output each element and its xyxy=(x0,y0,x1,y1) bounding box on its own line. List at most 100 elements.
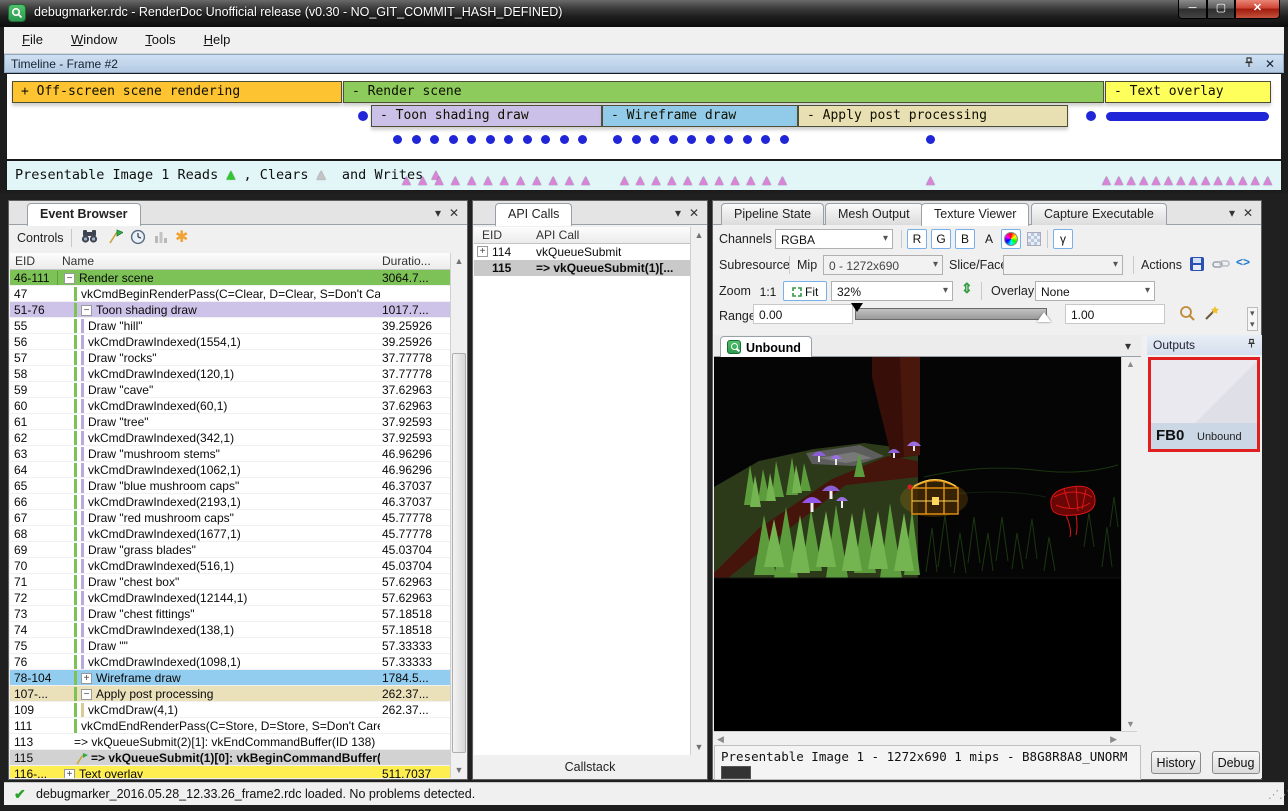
flip-y-icon[interactable]: ⇕ xyxy=(961,280,973,297)
event-row[interactable]: 46-111−Render scene3064.7... xyxy=(10,270,450,286)
event-row[interactable]: 78-104+Wireframe draw1784.5... xyxy=(10,670,450,686)
tab-api-calls[interactable]: API Calls xyxy=(495,203,572,226)
goto-icon[interactable] xyxy=(106,229,124,247)
api-calls-scrollbar[interactable]: ▲ ▼ xyxy=(690,227,707,755)
gamma-button[interactable]: γ xyxy=(1053,229,1073,249)
checkerboard-icon[interactable] xyxy=(1027,232,1041,246)
slice-face-select[interactable]: ▾ xyxy=(1003,255,1123,275)
range-max-input[interactable]: 1.00 xyxy=(1065,304,1165,324)
event-row[interactable]: 58vkCmdDrawIndexed(120,1)37.77778 xyxy=(10,366,450,382)
event-browser-scrollbar[interactable]: ▲ ▼ xyxy=(450,253,467,778)
event-row[interactable]: 51-76−Toon shading draw1017.7... xyxy=(10,302,450,318)
event-row[interactable]: 61Draw "tree"37.92593 xyxy=(10,414,450,430)
event-row[interactable]: 116-...+Text overlay511.7037 xyxy=(10,766,450,778)
tab-unbound-texture[interactable]: Unbound xyxy=(720,336,812,357)
event-row[interactable]: 67Draw "red mushroom caps"45.77778 xyxy=(10,510,450,526)
texture-horizontal-scrollbar[interactable]: ◀ ▶ xyxy=(714,731,1137,745)
zoom-level-select[interactable]: 32%▾ xyxy=(831,281,953,301)
panel-menu-icon[interactable]: ▾ xyxy=(675,206,681,220)
event-row[interactable]: 60vkCmdDrawIndexed(60,1)37.62963 xyxy=(10,398,450,414)
channel-r-button[interactable]: R xyxy=(907,229,927,249)
bookmark-icon[interactable]: ✱ xyxy=(175,229,193,247)
event-row[interactable]: 115=> vkQueueSubmit(1)[0]: vkBeginComman… xyxy=(10,750,450,766)
history-button[interactable]: History xyxy=(1151,751,1201,774)
panel-close-icon[interactable]: ✕ xyxy=(689,206,699,220)
event-row[interactable]: 63Draw "mushroom stems"46.96296 xyxy=(10,446,450,462)
range-slider[interactable] xyxy=(855,308,1047,320)
open-code-icon[interactable]: <> xyxy=(1236,255,1250,269)
channel-g-button[interactable]: G xyxy=(931,229,951,249)
outputs-header[interactable]: Outputs xyxy=(1147,335,1262,355)
panel-menu-icon[interactable]: ▾ xyxy=(435,206,441,220)
toolbar-overflow-icon[interactable]: ▾▾ xyxy=(1247,307,1258,331)
timeline-resource-strip[interactable]: Presentable Image 1 Reads ▲ , Clears ▲ a… xyxy=(6,160,1282,191)
panel-close-icon[interactable]: ✕ xyxy=(1243,206,1253,220)
resize-grip-icon[interactable]: ⋰⋰ xyxy=(1268,790,1280,802)
timeline-header[interactable]: Timeline - Frame #2 ✕ xyxy=(4,54,1284,73)
mip-select[interactable]: 0 - 1272x690▾ xyxy=(823,255,943,275)
maximize-button[interactable]: ▢ xyxy=(1207,0,1235,19)
range-white-marker[interactable] xyxy=(1037,312,1051,322)
zoom-1to1-button[interactable]: 1:1 xyxy=(755,281,781,301)
tab-event-browser[interactable]: Event Browser xyxy=(27,203,141,226)
event-row[interactable]: 70vkCmdDrawIndexed(516,1)45.03704 xyxy=(10,558,450,574)
stats-icon[interactable] xyxy=(153,229,171,247)
timeline-canvas[interactable] xyxy=(6,73,1282,160)
channel-a-button[interactable]: A xyxy=(979,229,999,249)
event-row[interactable]: 76vkCmdDrawIndexed(1098,1)57.33333 xyxy=(10,654,450,670)
texture-display[interactable] xyxy=(714,357,1121,731)
event-row[interactable]: 64vkCmdDrawIndexed(1062,1)46.96296 xyxy=(10,462,450,478)
event-row[interactable]: 107-...−Apply post processing262.37... xyxy=(10,686,450,702)
debug-button[interactable]: Debug xyxy=(1212,751,1260,774)
texture-list-dropdown-icon[interactable]: ▾ xyxy=(1125,339,1131,353)
title-bar[interactable]: debugmarker.rdc - RenderDoc Unofficial r… xyxy=(0,0,1288,27)
colorwheel-button[interactable] xyxy=(1001,229,1021,249)
tab-mesh-output[interactable]: Mesh Output xyxy=(825,203,923,225)
event-row[interactable]: 71Draw "chest box"57.62963 xyxy=(10,574,450,590)
event-row[interactable]: 109vkCmdDraw(4,1)262.37... xyxy=(10,702,450,718)
find-icon[interactable] xyxy=(81,229,99,247)
event-row[interactable]: 72vkCmdDrawIndexed(12144,1)57.62963 xyxy=(10,590,450,606)
event-row[interactable]: 66vkCmdDrawIndexed(2193,1)46.37037 xyxy=(10,494,450,510)
zoom-fit-button[interactable]: Fit xyxy=(783,281,827,301)
event-row[interactable]: 73Draw "chest fittings"57.18518 xyxy=(10,606,450,622)
api-call-row[interactable]: +114vkQueueSubmit xyxy=(474,244,690,260)
event-row[interactable]: 74vkCmdDrawIndexed(138,1)57.18518 xyxy=(10,622,450,638)
histogram-wand-icon[interactable] xyxy=(1203,305,1220,327)
event-row[interactable]: 57Draw "rocks"37.77778 xyxy=(10,350,450,366)
tab-pipeline-state[interactable]: Pipeline State xyxy=(721,203,824,225)
api-calls-columns[interactable]: EID API Call xyxy=(474,227,690,244)
event-row[interactable]: 68vkCmdDrawIndexed(1677,1)45.77778 xyxy=(10,526,450,542)
menu-help[interactable]: Help xyxy=(194,27,241,47)
event-row[interactable]: 69Draw "grass blades"45.03704 xyxy=(10,542,450,558)
event-row[interactable]: 75Draw ""57.33333 xyxy=(10,638,450,654)
minimize-button[interactable]: ─ xyxy=(1178,0,1207,19)
pin-icon[interactable] xyxy=(1244,59,1257,71)
event-row[interactable]: 47vkCmdBeginRenderPass(C=Clear, D=Clear,… xyxy=(10,286,450,302)
tab-texture-viewer[interactable]: Texture Viewer xyxy=(921,203,1029,226)
channel-b-button[interactable]: B xyxy=(955,229,975,249)
event-browser-columns[interactable]: EID Name Duratio... xyxy=(10,253,450,270)
event-row[interactable]: 59Draw "cave"37.62963 xyxy=(10,382,450,398)
autofit-magnifier-icon[interactable] xyxy=(1179,305,1196,327)
event-row[interactable]: 113=> vkQueueSubmit(2)[1]: vkEndCommandB… xyxy=(10,734,450,750)
fb0-thumbnail[interactable]: FB0 Unbound xyxy=(1148,357,1260,452)
range-black-marker[interactable] xyxy=(851,303,863,312)
panel-close-icon[interactable]: ✕ xyxy=(449,206,459,220)
time-icon[interactable] xyxy=(130,229,148,247)
panel-menu-icon[interactable]: ▾ xyxy=(1229,206,1235,220)
pin-icon[interactable] xyxy=(1247,338,1256,352)
link-icon[interactable] xyxy=(1212,256,1230,277)
event-row[interactable]: 62vkCmdDrawIndexed(342,1)37.92593 xyxy=(10,430,450,446)
event-row[interactable]: 55Draw "hill"39.25926 xyxy=(10,318,450,334)
timeline-close-icon[interactable]: ✕ xyxy=(1265,57,1275,71)
api-call-row[interactable]: 115=> vkQueueSubmit(1)[... xyxy=(474,260,690,276)
range-min-input[interactable]: 0.00 xyxy=(753,304,853,324)
event-row[interactable]: 111vkCmdEndRenderPass(C=Store, D=Store, … xyxy=(10,718,450,734)
texture-vertical-scrollbar[interactable]: ▲ ▼ xyxy=(1121,357,1137,731)
menu-window[interactable]: Window xyxy=(61,27,127,47)
overlay-select[interactable]: None▾ xyxy=(1035,281,1155,301)
channels-select[interactable]: RGBA▾ xyxy=(775,229,893,249)
save-icon[interactable] xyxy=(1189,256,1205,277)
menu-tools[interactable]: Tools xyxy=(135,27,185,47)
